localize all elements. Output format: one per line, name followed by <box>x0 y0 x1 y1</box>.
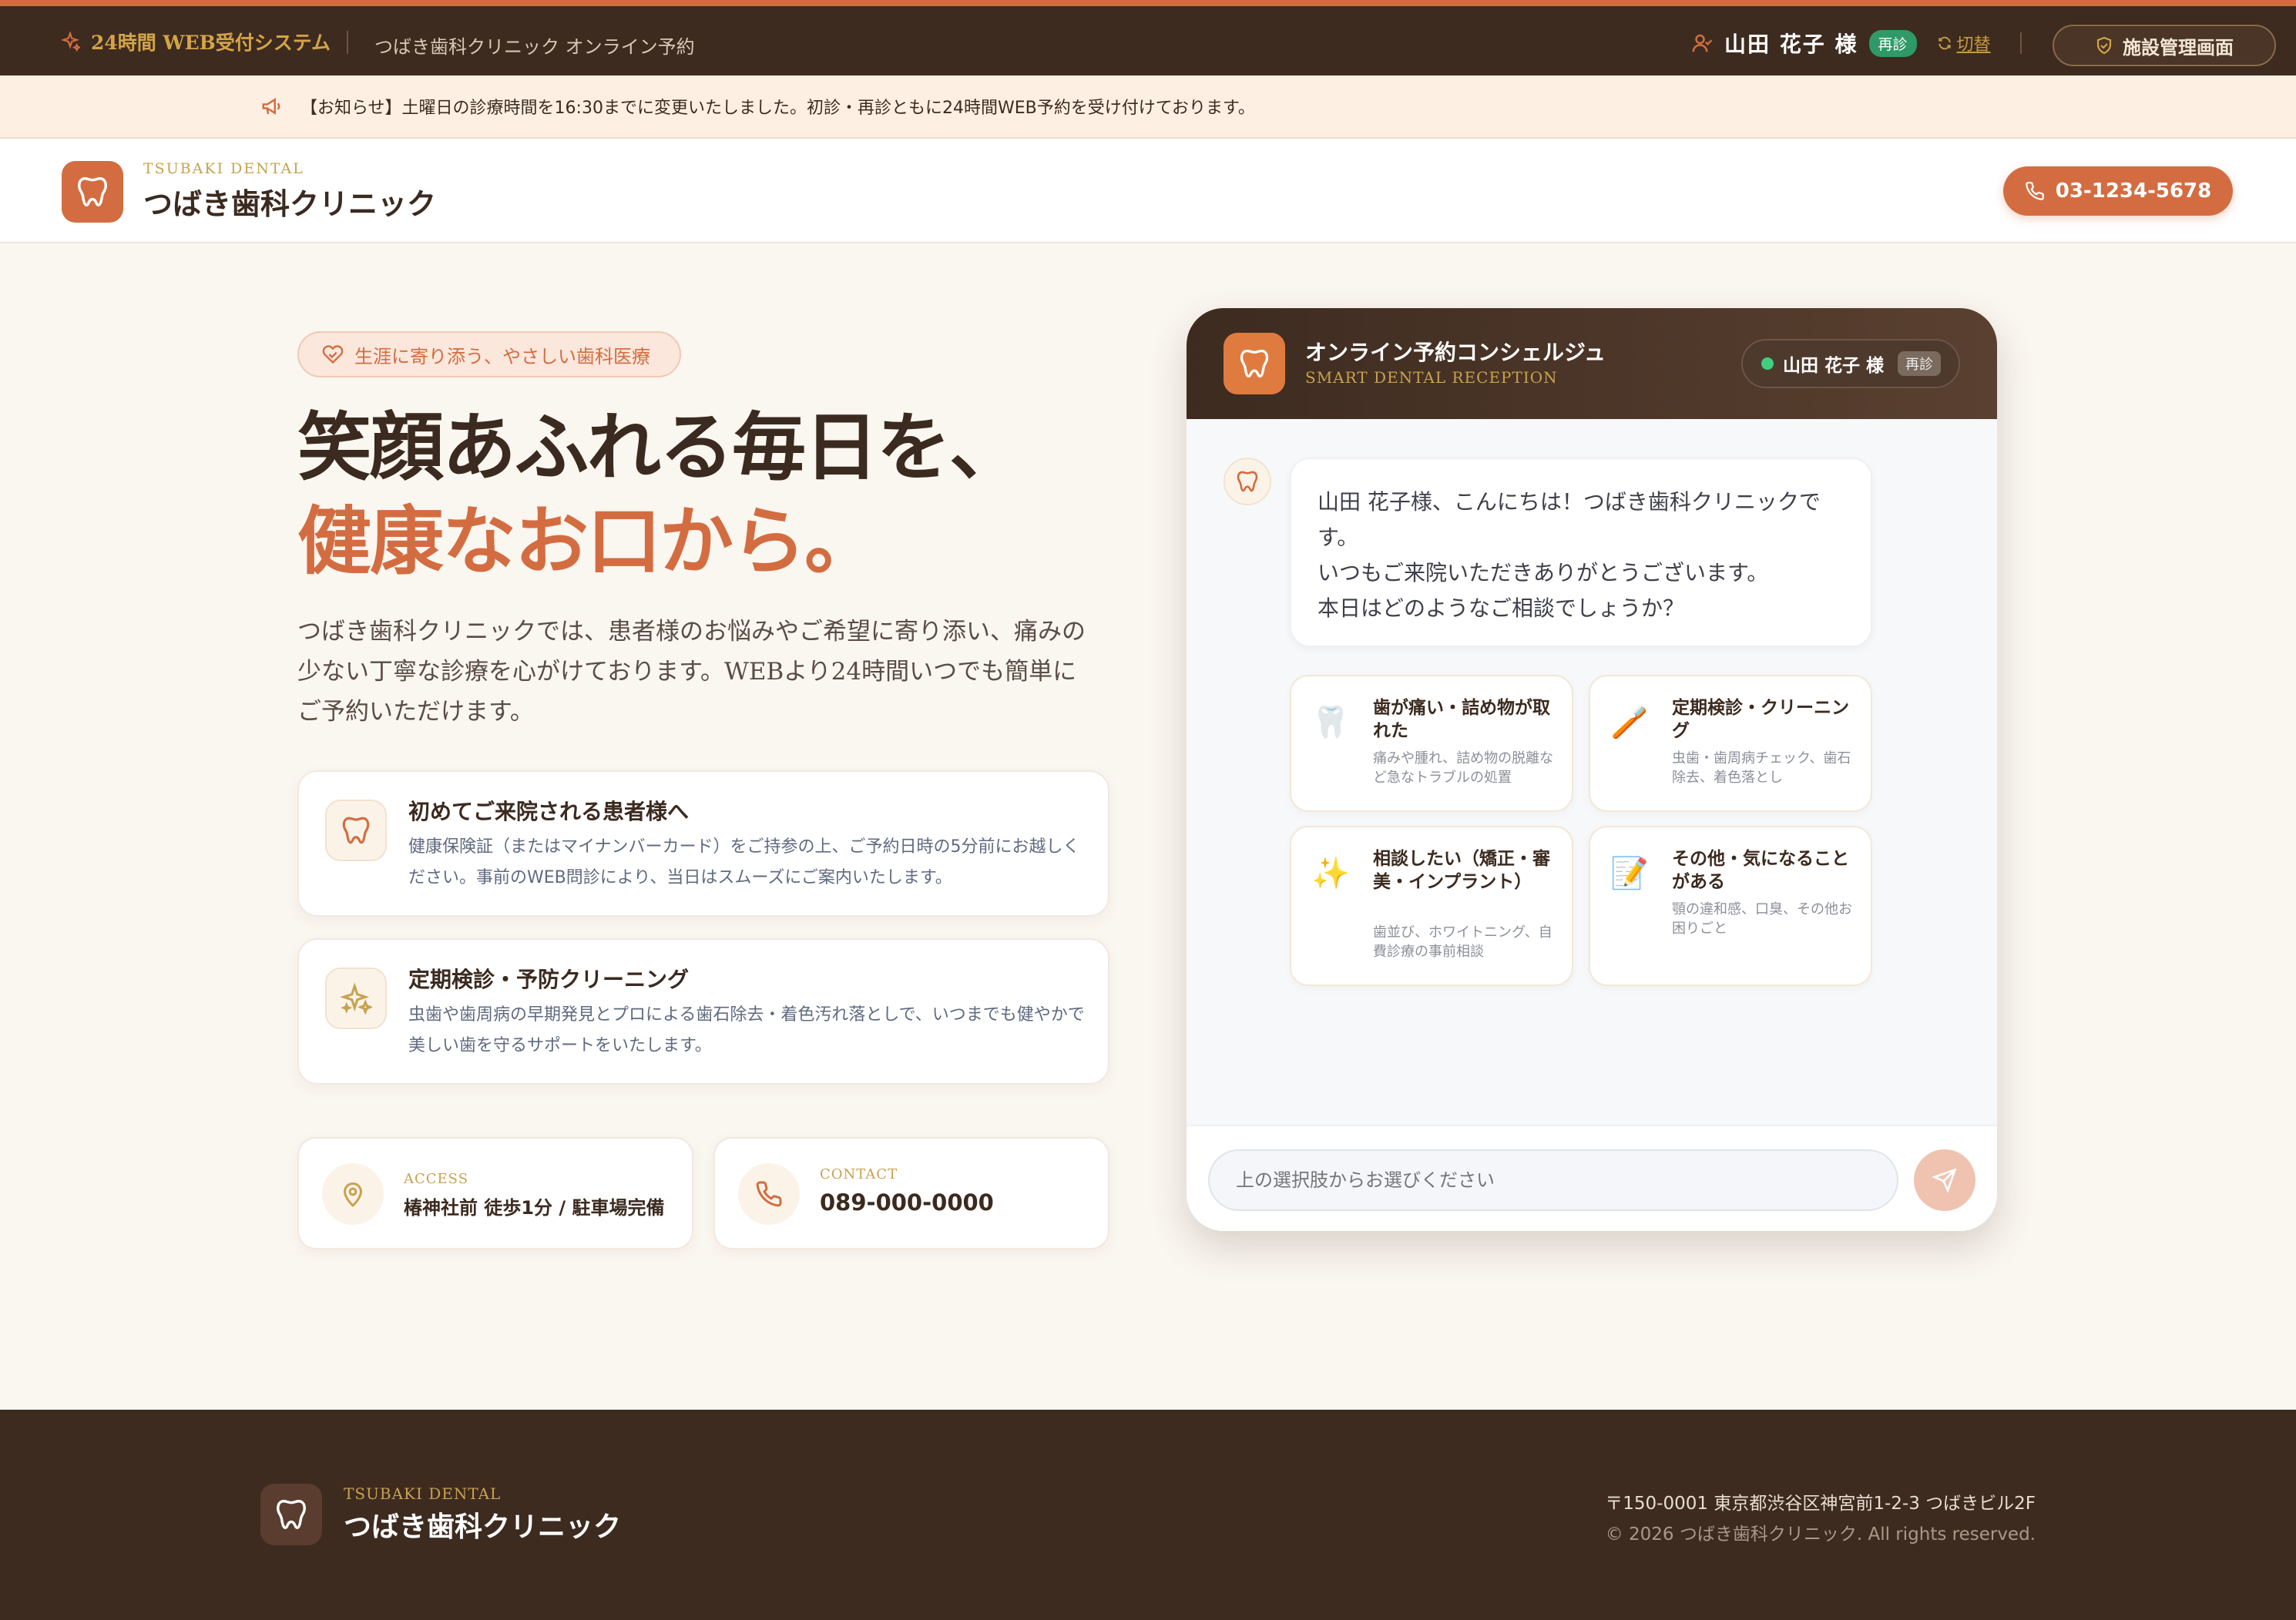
notice-text: 【お知らせ】土曜日の診療時間を16:30までに変更いたしました。初診・再診ともに… <box>300 99 1255 118</box>
bot-message: 山田 花子様、こんにちは！つばき歯科クリニックで す。 いつもご来院いただきあり… <box>1290 458 1872 647</box>
send-button[interactable] <box>1914 1149 1975 1211</box>
option-consult-button[interactable]: ✨ 相談したい（矯正・審美・インプラント） 歯並び、ホワイトニング、自費診療の事… <box>1290 826 1573 986</box>
heart-icon <box>322 344 344 365</box>
chat-user-pill: 山田 花子 様 再診 <box>1741 339 1960 388</box>
contact-card[interactable]: CONTACT 089-000-0000 <box>713 1137 1109 1249</box>
chat-header: オンライン予約コンシェルジュ SMART DENTAL RECEPTION 山田… <box>1187 308 1997 419</box>
option-other-button[interactable]: 📝 その他・気になることがある 顎の違和感、口臭、その他お困りごと <box>1589 826 1872 986</box>
footer-copyright: © 2026 つばき歯科クリニック. All rights reserved. <box>1605 1524 2036 1545</box>
online-indicator <box>1761 357 1774 370</box>
option-checkup-button[interactable]: 🪥 定期検診・クリーニング 虫歯・歯周病チェック、歯石除去、着色落とし <box>1589 675 1872 812</box>
chat-subtitle: SMART DENTAL RECEPTION <box>1305 368 1558 387</box>
card-desc: 健康保険証（またはマイナンバーカード）をご持参の上、ご予約日時の5分前にお越しく… <box>408 837 1080 887</box>
access-value: 椿神社前 徒歩1分 / 駐車場完備 <box>404 1197 665 1219</box>
site-footer: TSUBAKI DENTAL つばき歯科クリニック 〒150-0001 東京都渋… <box>0 1410 2296 1620</box>
logo-en: TSUBAKI DENTAL <box>143 160 304 177</box>
chat-input[interactable] <box>1208 1149 1898 1211</box>
card-title: 初めてご来院される患者様へ <box>408 799 690 824</box>
megaphone-icon <box>260 95 284 118</box>
contact-value: 089-000-0000 <box>820 1189 994 1216</box>
topbar-divider <box>2020 32 2022 54</box>
chat-title: オンライン予約コンシェルジュ <box>1305 340 1606 365</box>
status-badge: 再診 <box>1898 351 1942 376</box>
user-icon <box>1690 32 1714 55</box>
access-card: ACCESS 椿神社前 徒歩1分 / 駐車場完備 <box>297 1137 693 1249</box>
logo-jp: つばき歯科クリニック <box>143 186 437 221</box>
call-button[interactable]: 03-1234-5678 <box>2003 166 2233 216</box>
topbar-divider <box>347 31 348 54</box>
footer-logo: TSUBAKI DENTAL つばき歯科クリニック <box>260 1484 621 1545</box>
status-badge: 再診 <box>1868 29 1917 57</box>
hero-tag: 生涯に寄り添う、やさしい歯科医療 <box>297 331 681 377</box>
tooth-icon <box>62 160 123 223</box>
shield-icon <box>2095 36 2113 55</box>
card-desc: 虫歯や歯周病の早期発見とプロによる歯石除去・着色汚れ落としで、いつまでも健やかで… <box>408 1005 1085 1055</box>
tooth-icon <box>1224 458 1271 505</box>
clinic-subtitle: つばき歯科クリニック オンライン予約 <box>374 36 695 58</box>
send-icon <box>1932 1168 1957 1192</box>
footer-address: 〒150-0001 東京都渋谷区神宮前1-2-3 つばきビル2F <box>1605 1494 2036 1514</box>
chat-widget: オンライン予約コンシェルジュ SMART DENTAL RECEPTION 山田… <box>1187 308 1997 1231</box>
switch-user-link[interactable]: 切替 <box>1937 31 1991 55</box>
card-title: 定期検診・予防クリーニング <box>408 967 690 992</box>
chat-input-bar <box>1187 1125 1997 1231</box>
phone-icon <box>2025 181 2045 201</box>
user-info: 山田 花子 様 再診 切替 <box>1690 28 1991 59</box>
notice-bar: 【お知らせ】土曜日の診療時間を16:30までに変更いたしました。初診・再診ともに… <box>0 75 2296 139</box>
clinic-logo[interactable]: TSUBAKI DENTAL つばき歯科クリニック <box>62 160 436 223</box>
sparkle-icon <box>60 32 80 52</box>
hero-title: 笑顔あふれる毎日を、 健康なお口から。 <box>297 404 1023 585</box>
user-name: 山田 花子 様 <box>1724 32 1858 57</box>
option-toothache-button[interactable]: 🦷 歯が痛い・詰め物が取れた 痛みや腫れ、詰め物の脱離など急なトラブルの処置 <box>1290 675 1573 812</box>
site-header: TSUBAKI DENTAL つばき歯科クリニック 03-1234-5678 <box>0 139 2296 243</box>
sparkle-icon <box>325 968 387 1029</box>
admin-button[interactable]: 施設管理画面 <box>2053 25 2276 66</box>
first-visit-card: 初めてご来院される患者様へ 健康保険証（またはマイナンバーカード）をご持参の上、… <box>297 770 1109 917</box>
phone-icon <box>738 1163 800 1225</box>
checkup-card: 定期検診・予防クリーニング 虫歯や歯周病の早期発見とプロによる歯石除去・着色汚れ… <box>297 938 1109 1085</box>
refresh-icon <box>1937 35 1952 51</box>
system-label: 24時間 WEB受付システム <box>60 28 331 55</box>
tooth-icon <box>260 1484 322 1545</box>
tooth-icon <box>1224 333 1285 394</box>
map-pin-icon <box>322 1163 384 1225</box>
hero-lead: つばき歯科クリニックでは、患者様のお悩みやご希望に寄り添い、痛みの少ない丁寧な診… <box>297 618 1086 726</box>
top-bar: 24時間 WEB受付システム つばき歯科クリニック オンライン予約 山田 花子 … <box>0 0 2296 75</box>
tooth-icon <box>325 800 387 861</box>
